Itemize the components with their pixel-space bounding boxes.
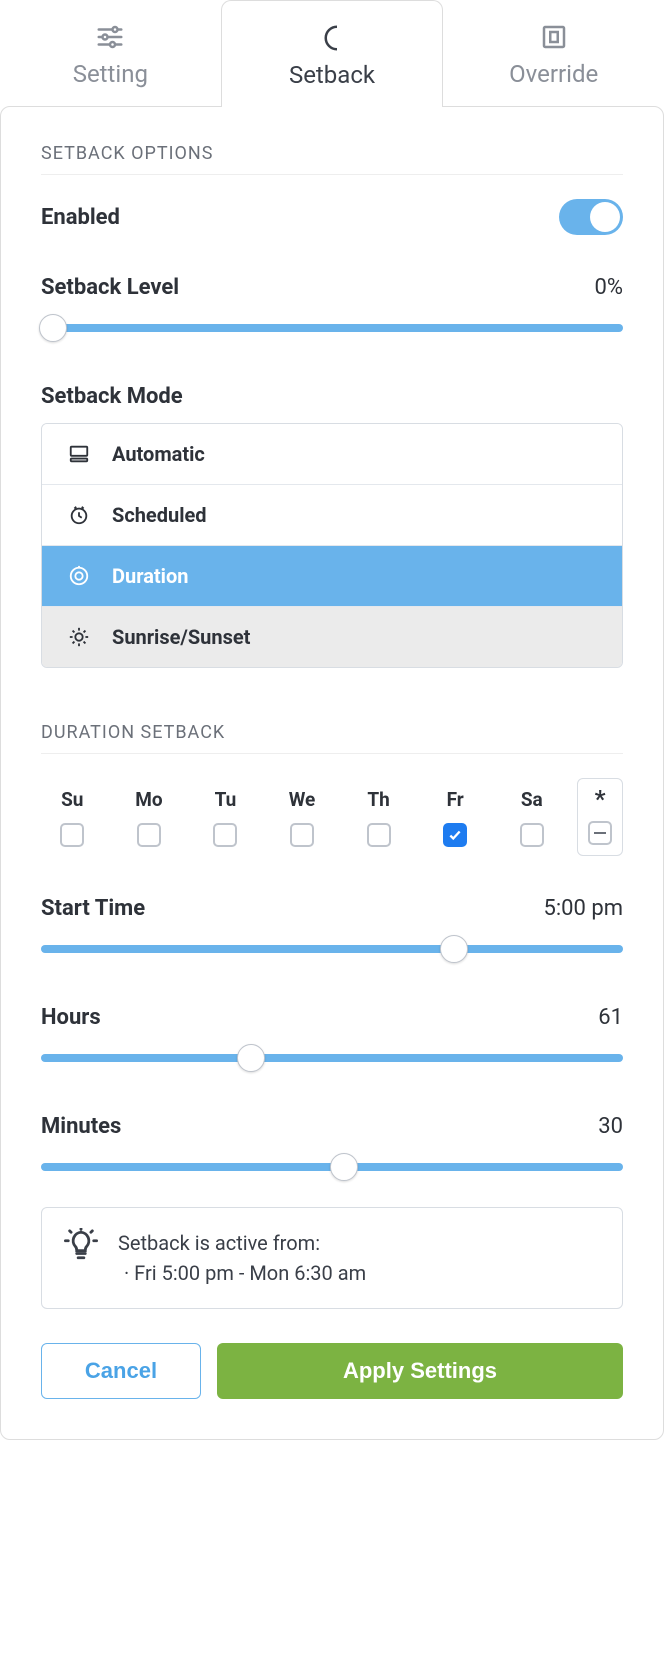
setback-mode-title: Setback Mode bbox=[41, 384, 623, 409]
day-th-label: Th bbox=[367, 788, 389, 811]
duration-icon bbox=[66, 565, 92, 587]
slider-thumb[interactable] bbox=[39, 314, 67, 342]
start-time-slider[interactable] bbox=[41, 935, 623, 963]
mode-duration-label: Duration bbox=[112, 564, 188, 588]
duration-setback-title: DURATION SETBACK bbox=[41, 722, 623, 754]
day-sa-checkbox[interactable] bbox=[520, 823, 544, 847]
moon-icon bbox=[222, 23, 443, 57]
tab-bar: Setting Setback Override bbox=[0, 0, 664, 107]
tab-override-label: Override bbox=[443, 60, 664, 88]
mode-scheduled-label: Scheduled bbox=[112, 503, 207, 527]
tab-setback-label: Setback bbox=[222, 61, 443, 89]
button-row: Cancel Apply Settings bbox=[41, 1343, 623, 1399]
content-card: SETBACK OPTIONS Enabled Setback Level 0%… bbox=[0, 106, 664, 1440]
hours-slider[interactable] bbox=[41, 1044, 623, 1072]
minutes-value: 30 bbox=[598, 1114, 623, 1139]
day-sa[interactable]: Sa bbox=[500, 788, 563, 847]
setback-level-block: Setback Level 0% bbox=[41, 275, 623, 342]
tab-setting-label: Setting bbox=[0, 60, 221, 88]
day-sa-label: Sa bbox=[521, 788, 543, 811]
enabled-row: Enabled bbox=[41, 199, 623, 235]
bulb-icon bbox=[64, 1228, 98, 1266]
start-time-label: Start Time bbox=[41, 896, 145, 921]
hours-label: Hours bbox=[41, 1005, 101, 1030]
tab-setback[interactable]: Setback bbox=[221, 0, 444, 107]
apply-settings-button[interactable]: Apply Settings bbox=[217, 1343, 623, 1399]
day-su-checkbox[interactable] bbox=[60, 823, 84, 847]
day-th-checkbox[interactable] bbox=[367, 823, 391, 847]
hours-value: 61 bbox=[598, 1005, 623, 1030]
sun-icon bbox=[66, 626, 92, 648]
mode-sunrise-label: Sunrise/Sunset bbox=[112, 625, 250, 649]
day-we-label: We bbox=[289, 788, 316, 811]
slider-thumb[interactable] bbox=[237, 1044, 265, 1072]
day-all-checkbox[interactable] bbox=[588, 821, 612, 845]
mode-automatic-label: Automatic bbox=[112, 442, 205, 466]
day-fr[interactable]: Fr bbox=[424, 788, 487, 847]
setback-level-value: 0% bbox=[595, 275, 623, 300]
day-all-label: * bbox=[595, 787, 606, 811]
tab-override[interactable]: Override bbox=[443, 0, 664, 107]
minutes-label: Minutes bbox=[41, 1114, 121, 1139]
start-time-block: Start Time 5:00 pm bbox=[41, 896, 623, 963]
day-th[interactable]: Th bbox=[347, 788, 410, 847]
mode-duration[interactable]: Duration bbox=[42, 545, 622, 606]
setback-level-slider[interactable] bbox=[41, 314, 623, 342]
day-tu-label: Tu bbox=[215, 788, 237, 811]
start-time-value: 5:00 pm bbox=[543, 896, 623, 921]
automatic-icon bbox=[66, 443, 92, 465]
cancel-button[interactable]: Cancel bbox=[41, 1343, 201, 1399]
toggle-knob bbox=[590, 202, 620, 232]
day-tu-checkbox[interactable] bbox=[213, 823, 237, 847]
day-tu[interactable]: Tu bbox=[194, 788, 257, 847]
sliders-icon bbox=[0, 22, 221, 56]
setback-options-title: SETBACK OPTIONS bbox=[41, 143, 623, 175]
day-we[interactable]: We bbox=[271, 788, 334, 847]
info-line1: Setback is active from: bbox=[118, 1228, 366, 1258]
day-fr-label: Fr bbox=[447, 788, 464, 811]
clock-icon bbox=[66, 504, 92, 526]
day-all-toggle[interactable]: * bbox=[577, 778, 623, 856]
mode-scheduled[interactable]: Scheduled bbox=[42, 484, 622, 545]
day-selector: Su Mo Tu We Th Fr bbox=[41, 778, 623, 856]
info-banner: Setback is active from: · Fri 5:00 pm - … bbox=[41, 1207, 623, 1309]
minutes-slider[interactable] bbox=[41, 1153, 623, 1181]
hours-block: Hours 61 bbox=[41, 1005, 623, 1072]
day-su-label: Su bbox=[61, 788, 83, 811]
slider-thumb[interactable] bbox=[330, 1153, 358, 1181]
day-fr-checkbox[interactable] bbox=[443, 823, 467, 847]
override-icon bbox=[443, 22, 664, 56]
tab-setting[interactable]: Setting bbox=[0, 0, 221, 107]
setback-mode-list: Automatic Scheduled Duration Sunrise/Sun… bbox=[41, 423, 623, 668]
settings-panel: Setting Setback Override SETBACK OPTIONS… bbox=[0, 0, 664, 1440]
enabled-label: Enabled bbox=[41, 205, 120, 230]
mode-automatic[interactable]: Automatic bbox=[42, 424, 622, 484]
day-mo-checkbox[interactable] bbox=[137, 823, 161, 847]
mode-sunrise-sunset[interactable]: Sunrise/Sunset bbox=[42, 606, 622, 667]
day-mo-label: Mo bbox=[135, 788, 162, 811]
enabled-toggle[interactable] bbox=[559, 199, 623, 235]
day-su[interactable]: Su bbox=[41, 788, 104, 847]
slider-thumb[interactable] bbox=[440, 935, 468, 963]
day-mo[interactable]: Mo bbox=[118, 788, 181, 847]
setback-level-label: Setback Level bbox=[41, 275, 179, 300]
info-line2: · Fri 5:00 pm - Mon 6:30 am bbox=[124, 1258, 366, 1288]
day-we-checkbox[interactable] bbox=[290, 823, 314, 847]
info-text: Setback is active from: · Fri 5:00 pm - … bbox=[118, 1228, 366, 1288]
minutes-block: Minutes 30 bbox=[41, 1114, 623, 1181]
